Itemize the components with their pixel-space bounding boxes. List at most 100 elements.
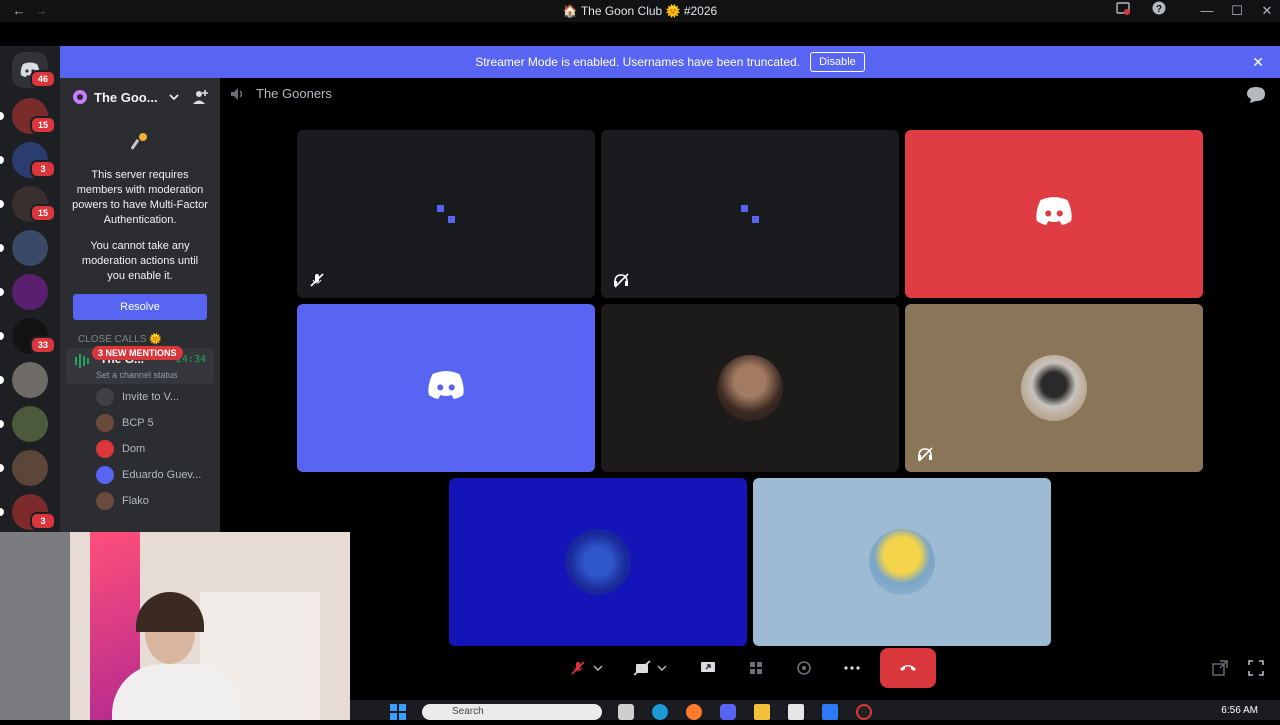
chevron-down-icon[interactable] bbox=[168, 91, 180, 103]
user-avatar bbox=[717, 355, 783, 421]
app-icon[interactable] bbox=[822, 704, 838, 720]
server-icon[interactable] bbox=[12, 274, 48, 310]
voice-user-name: Dom bbox=[122, 443, 146, 455]
activities-button[interactable] bbox=[736, 648, 776, 688]
avatar bbox=[96, 440, 114, 458]
voice-user-name: BCP 5 bbox=[122, 417, 154, 429]
system-clock: 6:56 AM bbox=[1221, 705, 1258, 716]
unread-pill bbox=[0, 112, 4, 120]
fullscreen-icon[interactable] bbox=[1248, 660, 1264, 681]
screen-share-button[interactable] bbox=[688, 648, 728, 688]
server-mention-badge: 15 bbox=[30, 116, 56, 134]
unread-pill bbox=[0, 376, 4, 384]
camera-button[interactable] bbox=[624, 648, 680, 688]
server-mention-badge: 33 bbox=[30, 336, 56, 354]
voice-user-name: Invite to V... bbox=[122, 391, 180, 403]
taskbar-search-input[interactable]: Search bbox=[422, 704, 602, 720]
mic-muted-icon bbox=[309, 272, 325, 288]
popout-icon[interactable] bbox=[1212, 660, 1228, 681]
deafened-icon bbox=[613, 272, 629, 288]
server-mention-badge: 3 bbox=[30, 512, 56, 530]
soundboard-button[interactable] bbox=[784, 648, 824, 688]
minimize-button[interactable]: — bbox=[1196, 0, 1218, 22]
channel-name: The Gooners bbox=[256, 86, 332, 101]
unread-pill bbox=[0, 244, 4, 252]
unread-pill bbox=[0, 156, 4, 164]
discord-avatar-icon bbox=[425, 370, 467, 407]
voice-user[interactable]: Eduardo Guev... bbox=[60, 462, 220, 488]
set-channel-status[interactable]: Set a channel status bbox=[96, 370, 178, 380]
participant-tile-5[interactable] bbox=[601, 304, 899, 472]
windows-start-icon[interactable] bbox=[390, 704, 406, 720]
guild-header[interactable]: The Goo... bbox=[60, 78, 220, 116]
loading-icon bbox=[434, 202, 458, 226]
windows-taskbar: Search 6:56 AM bbox=[350, 700, 1280, 720]
user-avatar bbox=[869, 529, 935, 595]
user-avatar bbox=[1021, 355, 1087, 421]
help-icon[interactable]: ? bbox=[1148, 0, 1170, 22]
resolve-button[interactable]: Resolve bbox=[73, 294, 207, 320]
unread-pill bbox=[0, 288, 4, 296]
window-title: 🏠 The Goon Club 🌞 #2026 bbox=[562, 4, 718, 18]
streamer-webcam bbox=[0, 532, 350, 720]
server-icon[interactable] bbox=[12, 230, 48, 266]
svg-text:?: ? bbox=[1156, 4, 1162, 15]
avatar bbox=[96, 388, 114, 406]
participant-tile-4[interactable] bbox=[297, 304, 595, 472]
server-icon[interactable] bbox=[12, 406, 48, 442]
voice-user-list: Invite to V... BCP 5 Dom Eduardo Guev... Fla… bbox=[60, 384, 220, 514]
chat-bubble-icon[interactable] bbox=[1246, 86, 1266, 109]
server-icon[interactable] bbox=[12, 362, 48, 398]
server-icon[interactable] bbox=[12, 450, 48, 486]
close-window-button[interactable]: ✕ bbox=[1256, 0, 1278, 22]
mute-button[interactable] bbox=[560, 648, 616, 688]
maximize-button[interactable]: ☐ bbox=[1226, 0, 1248, 22]
channel-sidebar: The Goo... This server requires members … bbox=[60, 78, 220, 532]
key-icon bbox=[60, 132, 220, 156]
loading-icon bbox=[738, 202, 762, 226]
folder-icon[interactable] bbox=[754, 704, 770, 720]
close-banner-icon[interactable]: ✕ bbox=[1252, 54, 1264, 71]
participant-tile-2[interactable] bbox=[601, 130, 899, 298]
mfa-actions-message: You cannot take any moderation actions u… bbox=[81, 240, 199, 282]
voice-user[interactable]: Flako bbox=[60, 488, 220, 514]
guild-name: The Goo... bbox=[94, 89, 158, 105]
server-mention-badge: 15 bbox=[30, 204, 56, 222]
new-mentions-badge[interactable]: 3 NEW MENTIONS bbox=[92, 346, 183, 360]
user-avatar bbox=[565, 529, 631, 595]
avatar bbox=[96, 492, 114, 510]
voice-user-name: Eduardo Guev... bbox=[122, 469, 202, 481]
edge-icon[interactable] bbox=[652, 704, 668, 720]
inbox-icon[interactable] bbox=[1112, 0, 1134, 22]
streamer-mode-text: Streamer Mode is enabled. Usernames have… bbox=[475, 55, 801, 69]
disable-streamer-mode-button[interactable]: Disable bbox=[810, 52, 865, 72]
store-icon[interactable] bbox=[788, 704, 804, 720]
title-bar: ← → 🏠 The Goon Club 🌞 #2026 ? — ☐ ✕ bbox=[0, 0, 1280, 22]
unread-pill bbox=[0, 464, 4, 472]
participant-tile-7[interactable] bbox=[449, 478, 747, 646]
participant-tile-3[interactable] bbox=[905, 130, 1203, 298]
voice-user[interactable]: Dom bbox=[60, 436, 220, 462]
unread-pill bbox=[0, 332, 4, 340]
taskbar-apps bbox=[618, 704, 872, 720]
avatar bbox=[96, 466, 114, 484]
channel-category[interactable]: CLOSE CALLS 🌞 bbox=[60, 334, 220, 346]
participant-tile-6[interactable] bbox=[905, 304, 1203, 472]
firefox-icon[interactable] bbox=[686, 704, 702, 720]
mfa-required-message: This server requires members with modera… bbox=[72, 169, 208, 226]
participant-tile-1[interactable] bbox=[297, 130, 595, 298]
participant-tile-8[interactable] bbox=[753, 478, 1051, 646]
unread-pill bbox=[0, 200, 4, 208]
more-options-button[interactable] bbox=[832, 648, 872, 688]
voice-user[interactable]: BCP 5 bbox=[60, 410, 220, 436]
hang-up-icon bbox=[900, 665, 916, 671]
boost-flower-icon bbox=[73, 90, 87, 104]
file-icon[interactable] bbox=[618, 704, 634, 720]
add-user-icon[interactable] bbox=[192, 89, 208, 105]
discord-app-icon[interactable] bbox=[720, 704, 736, 720]
streamer-mode-banner: Streamer Mode is enabled. Usernames have… bbox=[60, 46, 1280, 78]
unread-pill bbox=[0, 420, 4, 428]
obs-icon[interactable] bbox=[856, 704, 872, 720]
leave-call-button[interactable] bbox=[880, 648, 936, 688]
voice-user[interactable]: Invite to V... bbox=[60, 384, 220, 410]
